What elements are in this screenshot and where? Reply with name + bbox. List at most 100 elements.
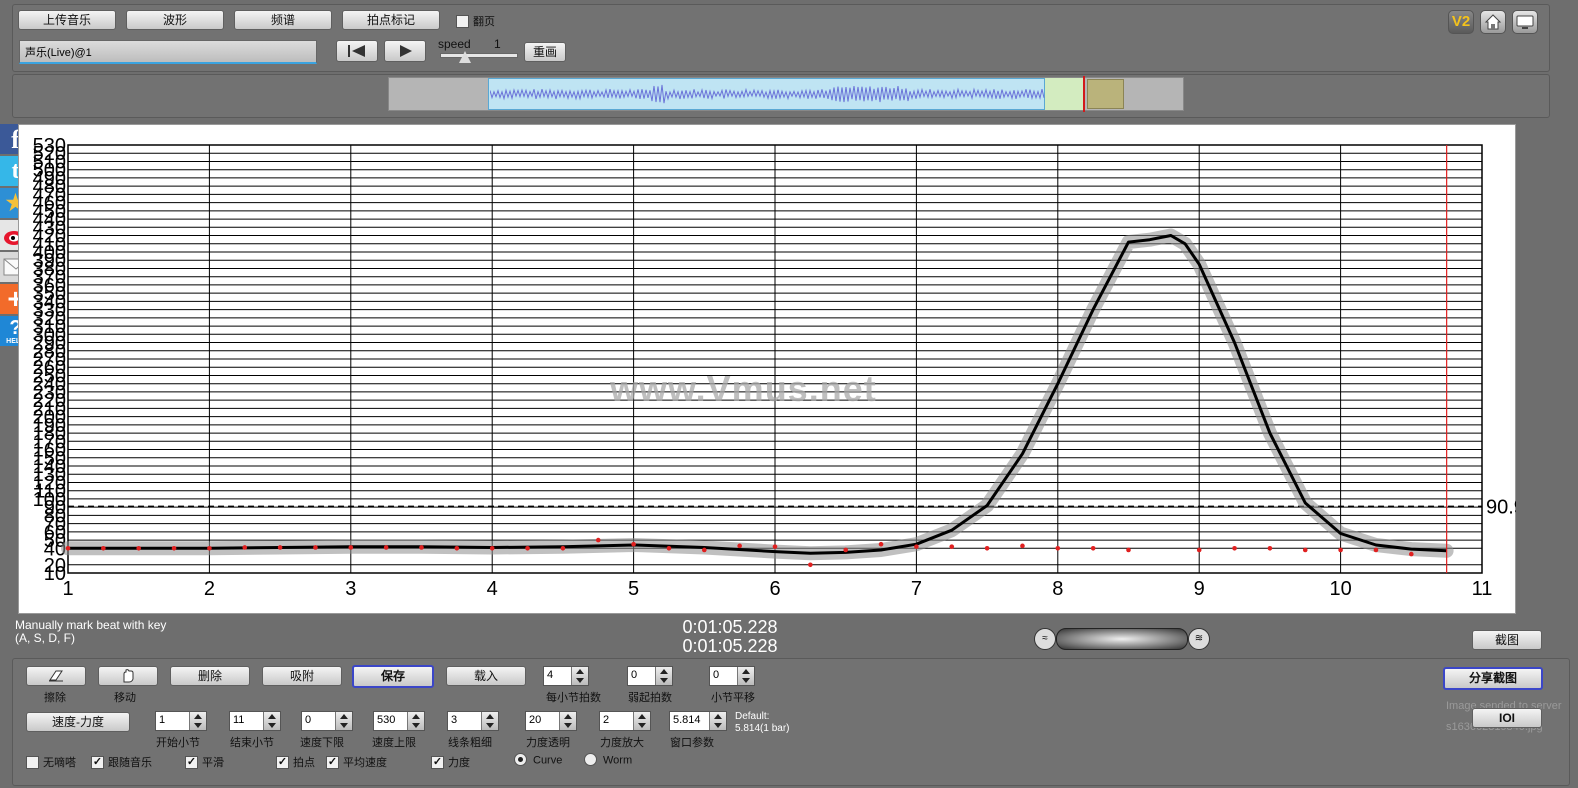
mode-button[interactable]: 速度-力度 [26,712,130,732]
home-button[interactable] [1480,10,1506,34]
beat-point [772,544,778,549]
speed-slider-handle[interactable] [459,51,471,63]
force-alpha-stepper[interactable]: 20 [525,711,577,731]
x-tick-label: 5 [628,578,639,600]
force-scale-arrows[interactable] [633,712,650,730]
speed-slider[interactable] [440,53,518,58]
play-icon [400,45,412,57]
end-bar-arrows[interactable] [263,712,280,730]
bar-shift-arrows[interactable] [737,667,754,685]
no-metronome-box[interactable] [26,755,39,769]
zoom-in-icon[interactable]: ≋ [1188,628,1210,650]
beat-points-box[interactable]: ✓ [276,755,289,769]
delete-button[interactable]: 删除 [170,666,250,686]
avg-tempo-checkbox[interactable]: ✓ 平均速度 [326,754,387,770]
curve-radio[interactable]: Curve [514,753,563,767]
beat-point [1232,546,1237,551]
flip-page-box[interactable] [456,14,469,28]
pickup-stepper[interactable]: 0 [627,666,673,686]
beat-point [101,546,106,551]
beat-point [65,546,71,551]
redraw-button[interactable]: 重画 [524,42,566,62]
x-tick-label: 1 [62,578,73,600]
bar-shift-stepper[interactable]: 0 [709,666,755,686]
save-button[interactable]: 保存 [352,665,434,688]
tempo-min-stepper[interactable]: 0 [301,711,353,731]
worm-radio[interactable]: Worm [584,753,632,767]
flip-page-checkbox[interactable]: 翻页 [456,13,495,29]
force-checkbox[interactable]: ✓ 力度 [431,754,470,770]
tempo-min-label: 速度下限 [300,737,344,749]
play-button[interactable] [384,40,426,62]
move-label: 移动 [114,692,136,704]
upload-music-button[interactable]: 上传音乐 [18,10,116,30]
zoom-track[interactable] [1056,628,1188,650]
waveform-button[interactable]: 波形 [126,10,224,30]
beat-point [1020,543,1025,549]
manual-hint-line2: (A, S, D, F) [15,631,75,645]
beat-point [949,544,955,549]
zoom-out-icon[interactable]: ≈ [1034,628,1056,650]
start-bar-stepper[interactable]: 1 [155,711,207,731]
current-time: 0:01:05.228 [682,617,778,637]
share-screenshot-button[interactable]: 分享截图 [1443,667,1543,690]
smooth-box[interactable]: ✓ [185,755,198,769]
curve-radio-dot[interactable] [514,753,527,766]
pickup-arrows[interactable] [655,667,672,685]
follow-music-checkbox[interactable]: ✓ 跟随音乐 [91,754,152,770]
fullscreen-button[interactable] [1512,10,1538,34]
beat-mark-button[interactable]: 拍点标记 [342,10,440,30]
screenshot-button[interactable]: 截图 [1472,630,1542,650]
x-tick-label: 7 [911,578,922,600]
load-button[interactable]: 载入 [446,666,526,686]
beat-points-checkbox[interactable]: ✓ 拍点 [276,754,315,770]
follow-music-box[interactable]: ✓ [91,755,104,769]
snap-button[interactable]: 吸附 [262,666,342,686]
beat-point [454,546,460,551]
file-name-field[interactable]: 声乐(Live)@1 [19,40,317,64]
speed-label: speed [438,37,471,51]
line-width-arrows[interactable] [481,712,498,730]
beat-point [1302,547,1308,553]
worm-radio-dot[interactable] [584,753,597,766]
beat-point [383,545,389,550]
zoom-slider[interactable]: ≈ ≋ [1034,628,1210,650]
waveform-view-box[interactable] [1087,79,1124,109]
erase-button[interactable] [26,666,86,686]
start-bar-arrows[interactable] [189,712,206,730]
beat-point [242,545,248,550]
beat-point [1055,546,1061,551]
x-tick-label: 10 [1329,578,1351,600]
avg-tempo-box[interactable]: ✓ [326,755,339,769]
curve-label: Curve [533,754,563,767]
beats-per-bar-stepper[interactable]: 4 [543,666,589,686]
force-alpha-arrows[interactable] [559,712,576,730]
x-tick-label: 2 [204,578,215,600]
waveform-cursor[interactable] [1083,76,1085,112]
smooth-checkbox[interactable]: ✓ 平滑 [185,754,224,770]
no-metronome-checkbox[interactable]: 无嘀嗒 [26,754,76,770]
window-stepper[interactable]: 5.814 [669,711,727,731]
file-name-text: 声乐(Live)@1 [25,47,92,59]
beats-per-bar-label: 每小节拍数 [546,692,601,704]
move-button[interactable] [98,666,158,686]
ioi-button[interactable]: IOI [1472,708,1542,728]
beat-point [1338,547,1343,553]
tempo-min-arrows[interactable] [335,712,352,730]
end-bar-stepper[interactable]: 11 [229,711,281,731]
beats-per-bar-arrows[interactable] [571,667,588,685]
tempo-max-stepper[interactable]: 530 [373,711,425,731]
beat-point [525,546,530,551]
line-width-label: 线条粗细 [448,737,492,749]
version-badge[interactable]: V2 [1448,10,1474,34]
force-box[interactable]: ✓ [431,755,444,769]
prev-button[interactable] [336,40,378,62]
skip-back-icon [348,45,365,57]
window-arrows[interactable] [709,712,726,730]
spectrum-button[interactable]: 频谱 [234,10,332,30]
force-scale-stepper[interactable]: 2 [599,711,651,731]
beat-point [489,546,495,551]
line-width-stepper[interactable]: 3 [447,711,499,731]
tempo-max-arrows[interactable] [407,712,424,730]
beat-point [595,537,601,543]
